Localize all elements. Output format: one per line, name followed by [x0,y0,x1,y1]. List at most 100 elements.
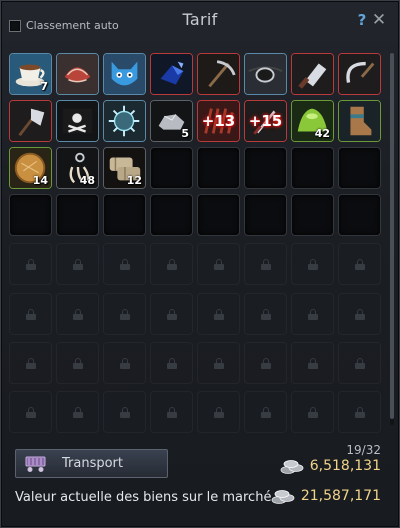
inventory-slot-empty[interactable] [9,194,52,236]
silver-coins-icon [280,460,304,474]
inventory-slot-empty[interactable] [197,147,240,189]
lock-icon [355,259,365,270]
inventory-slot-locked [197,391,240,433]
inventory-slot-empty[interactable] [56,194,99,236]
inventory-slot-locked [9,342,52,384]
inventory-slot-silver-ore[interactable]: 5 [150,100,193,142]
inventory-slot-spiky-orb[interactable] [103,100,146,142]
lock-icon [355,309,365,320]
inventory-slot-leather-boot[interactable] [338,100,381,142]
inventory-slot-locked [244,342,287,384]
lock-icon [73,407,83,418]
market-value: 21,587,171 [270,487,381,505]
inventory-slot-locked [150,342,193,384]
transport-button[interactable]: Transport [15,449,168,478]
enhancement-level: +13 [201,112,236,130]
scrollbar[interactable] [390,53,394,425]
inventory-slot-locked [150,293,193,335]
silver-balance: 6,518,131 [279,457,381,475]
inventory-slot-locked [244,293,287,335]
lock-icon [308,309,318,320]
inventory-slot-empty[interactable] [291,147,334,189]
inventory-slot-blue-cat-mask[interactable] [103,53,146,95]
silver-balance-value: 6,518,131 [309,458,381,474]
lock-icon [355,407,365,418]
market-value-amount: 21,587,171 [300,488,381,504]
inventory-slot-pickaxe[interactable] [197,53,240,95]
inventory-slot-locked [338,243,381,285]
inventory-slot-empty[interactable] [291,194,334,236]
inventory-slot-blue-crystal[interactable] [150,53,193,95]
inventory-slot-red-bandana[interactable] [56,53,99,95]
inventory-slot-dagger[interactable]: +15 [244,100,287,142]
inventory-slot-locked [9,293,52,335]
silver-coins-icon [271,490,295,504]
lock-icon [261,358,271,369]
inventory-slot-bread-loaf[interactable]: 14 [9,147,52,189]
inventory-slot-locked [9,243,52,285]
item-quantity: 7 [40,80,48,93]
inventory-slot-locked [197,293,240,335]
cart-icon [25,456,46,472]
inventory-slot-locked [291,243,334,285]
item-quantity: 14 [32,174,48,187]
inventory-slot-empty[interactable] [244,194,287,236]
inventory-slot-locked [244,243,287,285]
inventory-slot-locked [244,391,287,433]
inventory-slot-red-claw[interactable]: +13 [197,100,240,142]
inventory-slot-empty[interactable] [338,194,381,236]
lock-icon [120,407,130,418]
inventory-slot-locked [103,391,146,433]
inventory-slot-green-slime[interactable]: 42 [291,100,334,142]
lock-icon [167,407,177,418]
item-quantity: 5 [181,127,189,140]
lock-icon [26,407,36,418]
inventory-slot-empty[interactable] [150,194,193,236]
inventory-slot-locked [150,391,193,433]
lock-icon [26,259,36,270]
inventory-slot-locked [56,293,99,335]
inventory-slot-eye-patch[interactable] [244,53,287,95]
close-icon[interactable]: ✕ [371,10,387,30]
capacity-count: 19/32 [346,443,381,457]
inventory-slot-sack-bundle[interactable]: 12 [103,147,146,189]
inventory-slot-locked [197,243,240,285]
lock-icon [214,358,224,369]
inventory-slot-pirate-flag[interactable] [56,100,99,142]
lock-icon [73,358,83,369]
inventory-slot-locked [9,391,52,433]
inventory-slot-sickle[interactable] [338,53,381,95]
lock-icon [120,358,130,369]
inventory-slot-empty[interactable] [338,147,381,189]
lock-icon [308,407,318,418]
lock-icon [308,259,318,270]
enhancement-level: +15 [248,112,283,130]
inventory-slot-empty[interactable] [244,147,287,189]
inventory-slot-empty[interactable] [150,147,193,189]
lock-icon [73,309,83,320]
inventory-slot-axe[interactable] [9,100,52,142]
inventory-slot-locked [291,342,334,384]
inventory-slot-claw-hook[interactable]: 48 [56,147,99,189]
lock-icon [308,358,318,369]
transport-label: Transport [62,456,124,471]
scrollbar-thumb[interactable] [390,53,394,419]
lock-icon [120,259,130,270]
lock-icon [214,259,224,270]
lock-icon [167,358,177,369]
help-icon[interactable]: ? [355,11,369,29]
lock-icon [120,309,130,320]
inventory-slot-empty[interactable] [197,194,240,236]
inventory-slot-empty[interactable] [103,194,146,236]
inventory-slot-butcher-knife[interactable] [291,53,334,95]
lock-icon [73,259,83,270]
item-quantity: 12 [126,174,142,187]
inventory-slot-locked [56,342,99,384]
tariff-window: Classement auto Tarif ? ✕ 7 5 +13 +15 42 14 48… [0,0,400,528]
title-bar: Classement auto Tarif ? ✕ [1,1,399,41]
inventory-slot-tea-cup[interactable]: 7 [9,53,52,95]
inventory-slot-locked [103,243,146,285]
lock-icon [261,407,271,418]
inventory-slot-locked [56,391,99,433]
item-quantity: 48 [79,174,95,187]
